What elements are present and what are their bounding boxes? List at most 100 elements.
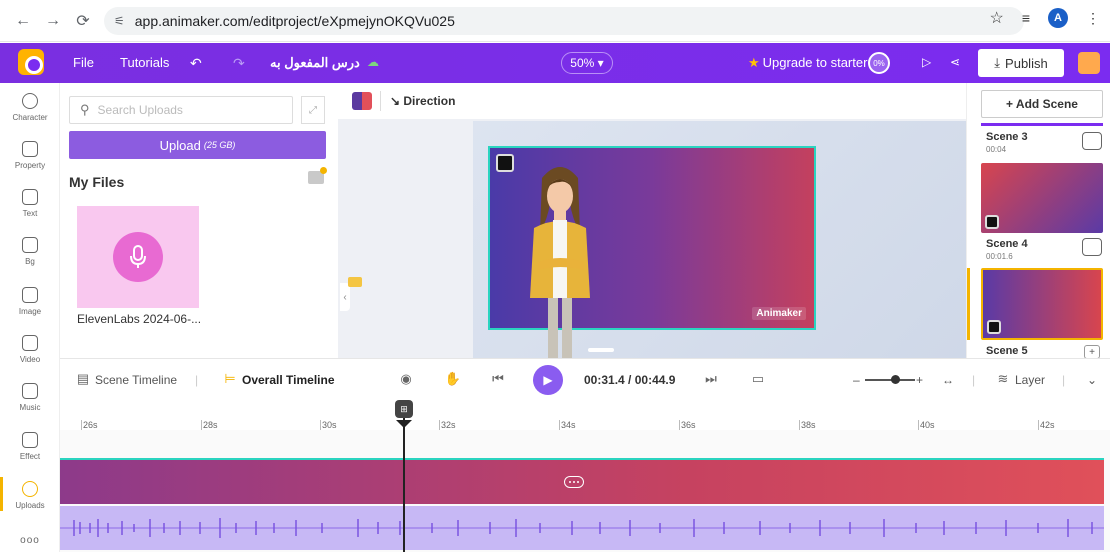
rail-item-property[interactable]: Property [0,141,60,170]
scene-5-name: Scene 5 [986,345,1028,357]
scene-3-thumbnail[interactable] [981,163,1103,233]
forward-arrow-icon[interactable]: → [40,8,66,34]
scene-track-block[interactable] [60,458,1104,504]
scene-5-thumbnail[interactable] [981,268,1103,340]
scene-4-name: Scene 4 [986,238,1028,250]
zoom-out-icon[interactable]: – [853,373,860,387]
rail-item-more[interactable]: ooo [0,531,60,546]
audio-file-thumbnail[interactable] [77,206,199,308]
preview-play-icon[interactable]: ▷ [922,55,931,69]
upload-button[interactable]: Upload (25 GB) [69,131,326,159]
direction-button[interactable]: ↘ Direction [390,94,455,108]
user-avatar[interactable] [1078,52,1100,74]
camera-focus-icon[interactable]: ◉ [398,371,414,387]
scene-timeline-icon: ▤ [76,371,90,386]
zoom-in-icon[interactable]: + [916,373,923,387]
layer-button[interactable]: Layer [1015,373,1045,387]
rail-item-music[interactable]: Music [0,383,60,412]
rail-item-video[interactable]: Video [0,335,60,364]
mail-icon[interactable] [348,277,362,287]
timeline-zoom-slider[interactable] [865,379,915,381]
uploads-icon [22,481,38,497]
skip-back-icon[interactable]: ⏮ [490,371,506,387]
stage-resize-handle[interactable] [588,348,614,352]
app-toolbar: File Tutorials ↶ ↷ درس المفعول به ☁ 50% … [0,43,1110,83]
skip-forward-icon[interactable]: ⏭ [703,371,719,387]
scene-2-thumbnail-edge[interactable] [981,123,1103,126]
audio-waveform [60,518,1104,538]
expand-panel-icon[interactable]: ⤢ [301,96,325,124]
track-more-icon[interactable] [564,476,584,488]
left-tool-rail: Character Property Text Bg Image Video M… [0,83,60,552]
tutorials-menu[interactable]: Tutorials [120,55,169,70]
rail-label: Property [14,161,46,170]
reload-icon[interactable]: ⟳ [70,8,96,34]
rail-item-image[interactable]: Image [0,287,60,316]
zoom-dropdown[interactable]: 50% ▾ [561,52,613,74]
bg-icon [22,237,38,253]
rail-item-bg[interactable]: Bg [0,237,60,266]
tick-label: 34s [559,420,576,430]
search-placeholder: Search Uploads [97,103,183,117]
direction-label: Direction [403,94,456,108]
tick-label: 38s [799,420,816,430]
share-icon[interactable]: ⋖ [950,55,960,69]
image-icon [22,287,38,303]
text-icon [22,189,38,205]
animaker-logo[interactable] [18,49,46,77]
add-folder-icon[interactable] [308,167,327,184]
back-arrow-icon[interactable]: ← [10,8,36,34]
browser-menu-icon[interactable]: ⋮ [1086,10,1100,27]
overall-timeline-tab[interactable]: Overall Timeline [242,373,335,387]
profile-avatar[interactable]: A [1048,8,1068,28]
site-settings-icon[interactable]: ⚟ [114,14,125,28]
upgrade-link[interactable]: ★ Upgrade to starter [748,55,867,71]
project-name[interactable]: درس المفعول به [270,55,360,71]
undo-icon[interactable]: ↶ [190,55,202,72]
scene-3-toggle-icon[interactable] [1082,132,1102,150]
hand-icon[interactable]: ✋ [445,371,461,387]
address-bar[interactable]: ⚟ app.animaker.com/editproject/eXpmejynO… [104,7,1024,35]
rail-label: Image [18,307,42,316]
download-icon: ⤓ [994,55,1001,70]
fit-width-icon[interactable]: ↔ [942,373,954,387]
tick-label: 32s [439,420,456,430]
playhead-handle[interactable]: ⊞ [395,400,413,418]
browser-actions: ☆ ≡ A ⋮ [989,8,1100,28]
file-menu[interactable]: File [73,55,94,70]
canvas-toolbar: ↘ Direction [338,83,966,119]
rail-item-text[interactable]: Text [0,189,60,218]
camera-icon[interactable] [496,154,514,172]
tick-label: 36s [679,420,696,430]
add-scene-button[interactable]: + Add Scene [981,90,1103,118]
rail-label: Effect [19,452,41,461]
collapse-panel-icon[interactable]: ‹ [340,283,350,311]
captions-icon[interactable]: ▭ [750,371,766,387]
zoom-value: 50% [570,56,595,70]
gradient-color-swatch[interactable] [352,92,372,110]
rail-item-uploads[interactable]: Uploads [0,477,60,511]
rail-item-effect[interactable]: Effect [0,432,60,461]
publish-button[interactable]: ⤓ Publish [978,49,1064,77]
tick-label: 30s [320,420,337,430]
play-button[interactable]: ▶ [533,365,563,395]
redo-icon[interactable]: ↷ [233,55,245,72]
scene-5-add-icon[interactable]: + [1084,345,1100,359]
character-icon [22,93,38,109]
bookmark-star-icon[interactable]: ☆ [989,8,1003,28]
video-icon [22,335,38,351]
scene-timeline-tab[interactable]: Scene Timeline [95,373,177,387]
progress-badge: 0% [868,52,890,74]
rail-label: Uploads [15,501,45,510]
search-uploads-input[interactable]: ⚲ Search Uploads [69,96,293,124]
zoom-slider-knob[interactable] [891,375,900,384]
audio-track[interactable] [60,506,1104,550]
reading-list-icon[interactable]: ≡ [1022,10,1030,26]
timeline-ruler[interactable]: 26s 28s 30s 32s 34s 36s 38s 40s 42s [60,400,1110,430]
rail-item-character[interactable]: Character [0,93,60,122]
time-readout: 00:31.4 / 00:44.9 [584,373,676,387]
collapse-timeline-icon[interactable]: ⌄ [1087,373,1097,387]
character-figure[interactable] [520,158,600,358]
tick-label: 28s [201,420,218,430]
scene-4-toggle-icon[interactable] [1082,238,1102,256]
